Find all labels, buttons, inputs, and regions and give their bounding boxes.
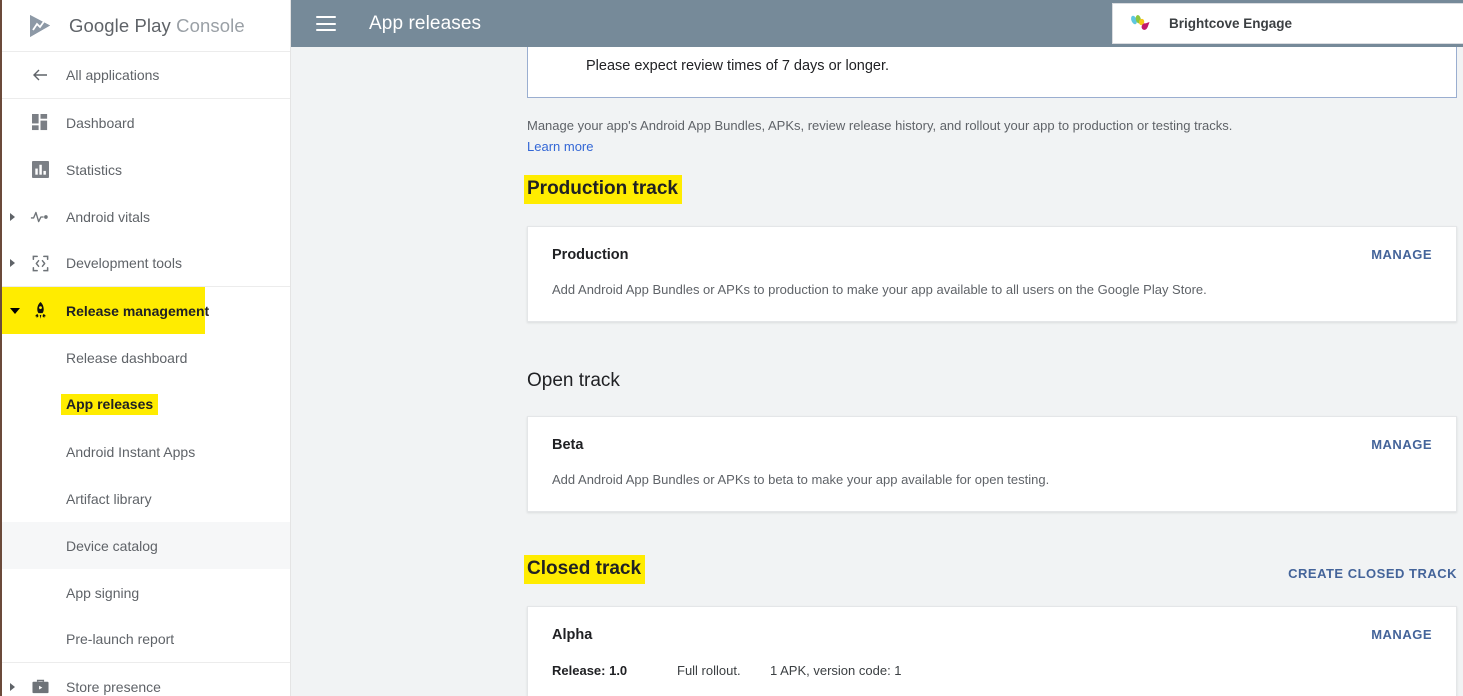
google-play-logo	[30, 14, 50, 37]
section-production-track: Production track Production MANAGE Add A…	[524, 175, 1457, 322]
sidebar-item-store-presence[interactable]: Store presence	[0, 663, 290, 696]
chevron-down-icon[interactable]	[10, 307, 20, 314]
sidebar-item-label: Android vitals	[66, 208, 151, 225]
section-header: Closed track CREATE CLOSED TRACK	[524, 555, 1457, 584]
banner-body: Please expect review times of 7 days or …	[586, 58, 890, 74]
sidebar-item-development-tools[interactable]: Development tools	[0, 240, 290, 287]
track-card-alpha[interactable]: Alpha MANAGE Release: 1.0 Full rollout. …	[527, 606, 1457, 696]
card-header: Alpha MANAGE	[552, 627, 1432, 643]
page-title: App releases	[369, 12, 482, 34]
brand-title-light: Console	[176, 14, 245, 36]
sidebar-item-android-instant-apps[interactable]: Android Instant Apps	[0, 428, 290, 475]
sidebar-subitem-label: Device catalog	[66, 537, 158, 554]
sidebar: Google Play Console All applications Das…	[0, 0, 291, 696]
section-title: Production track	[524, 175, 682, 204]
sidebar-item-statistics[interactable]: Statistics	[0, 146, 290, 193]
card-title: Production	[552, 247, 629, 263]
create-closed-track-button[interactable]: CREATE CLOSED TRACK	[1288, 566, 1457, 584]
sidebar-item-device-catalog[interactable]: Device catalog	[0, 522, 290, 569]
manage-button[interactable]: MANAGE	[1371, 247, 1432, 262]
bar-chart-icon	[30, 160, 50, 180]
hamburger-menu-icon[interactable]	[316, 16, 336, 31]
card-title: Alpha	[552, 627, 593, 643]
artifact-info: 1 APK, version code: 1	[770, 663, 902, 678]
track-card-production[interactable]: Production MANAGE Add Android App Bundle…	[527, 226, 1457, 322]
sidebar-subitem-label: Pre-launch report	[66, 631, 175, 647]
track-card-beta[interactable]: Beta MANAGE Add Android App Bundles or A…	[527, 416, 1457, 512]
sidebar-item-dashboard[interactable]: Dashboard	[0, 99, 290, 146]
app-root: Google Play Console All applications Das…	[0, 0, 1463, 696]
section-title: Open track	[527, 370, 620, 391]
brand-header[interactable]: Google Play Console	[0, 0, 290, 52]
sidebar-item-app-releases[interactable]: App releases	[0, 381, 290, 428]
sidebar-item-artifact-library[interactable]: Artifact library	[0, 475, 290, 522]
main-content: Due to adjusted work schedules at this t…	[291, 0, 1463, 696]
card-release-meta: Release: 1.0 Full rollout. 1 APK, versio…	[552, 663, 1432, 678]
arrow-left-icon	[30, 65, 50, 85]
chevron-right-icon[interactable]	[10, 212, 15, 221]
chevron-right-icon[interactable]	[10, 259, 15, 267]
sidebar-item-all-applications[interactable]: All applications	[0, 52, 290, 99]
page-description: Manage your app's Android App Bundles, A…	[527, 118, 1233, 133]
sidebar-item-android-vitals[interactable]: Android vitals	[0, 193, 290, 240]
section-closed-track: Closed track CREATE CLOSED TRACK Alpha M…	[524, 555, 1457, 696]
sidebar-item-release-dashboard[interactable]: Release dashboard	[0, 334, 290, 381]
card-description: Add Android App Bundles or APKs to produ…	[552, 282, 1207, 297]
manage-button[interactable]: MANAGE	[1371, 437, 1432, 452]
sidebar-item-app-signing[interactable]: App signing	[0, 569, 290, 616]
sidebar-item-label: Development tools	[66, 255, 182, 271]
card-description: Add Android App Bundles or APKs to beta …	[552, 472, 1050, 487]
section-title: Closed track	[524, 555, 646, 584]
code-brackets-icon	[30, 253, 50, 273]
sidebar-item-label: Store presence	[66, 678, 161, 695]
sidebar-subitem-label: App releases	[61, 394, 159, 415]
sidebar-item-label: All applications	[66, 67, 160, 83]
pulse-icon	[30, 207, 50, 227]
release-version: Release: 1.0	[552, 663, 628, 678]
brand-title: Google Play Console	[69, 15, 245, 37]
sidebar-item-label: Statistics	[66, 161, 123, 178]
dashboard-icon	[30, 113, 50, 133]
section-header: Open track	[527, 368, 1457, 394]
card-title: Beta	[552, 437, 584, 453]
chevron-right-icon[interactable]	[10, 682, 15, 691]
card-header: Beta MANAGE	[552, 437, 1432, 453]
rocket-icon	[30, 301, 50, 321]
app-name-label: Brightcove Engage	[1169, 16, 1293, 31]
section-header: Production track	[524, 175, 1457, 204]
window-edge-border	[0, 0, 2, 696]
section-open-track: Open track Beta MANAGE Add Android App B…	[527, 368, 1457, 512]
store-icon	[30, 677, 50, 696]
sidebar-item-pre-launch-report[interactable]: Pre-launch report	[0, 616, 290, 663]
sidebar-item-label: Dashboard	[66, 114, 135, 131]
brand-title-bold: Google Play	[69, 14, 171, 36]
learn-more-link[interactable]: Learn more	[527, 139, 593, 154]
sidebar-subitem-label: Artifact library	[66, 490, 152, 507]
manage-button[interactable]: MANAGE	[1371, 627, 1432, 642]
sidebar-subitem-label: Android Instant Apps	[66, 443, 196, 460]
sidebar-subitem-label: App signing	[66, 584, 140, 601]
rollout-status: Full rollout.	[677, 663, 741, 678]
sidebar-item-release-management[interactable]: Release management	[0, 287, 209, 334]
card-header: Production MANAGE	[552, 247, 1432, 263]
app-selector-chip[interactable]: Brightcove Engage	[1112, 3, 1463, 44]
sidebar-subitem-label: Release dashboard	[66, 349, 188, 366]
brightcove-engage-logo	[1131, 14, 1150, 30]
